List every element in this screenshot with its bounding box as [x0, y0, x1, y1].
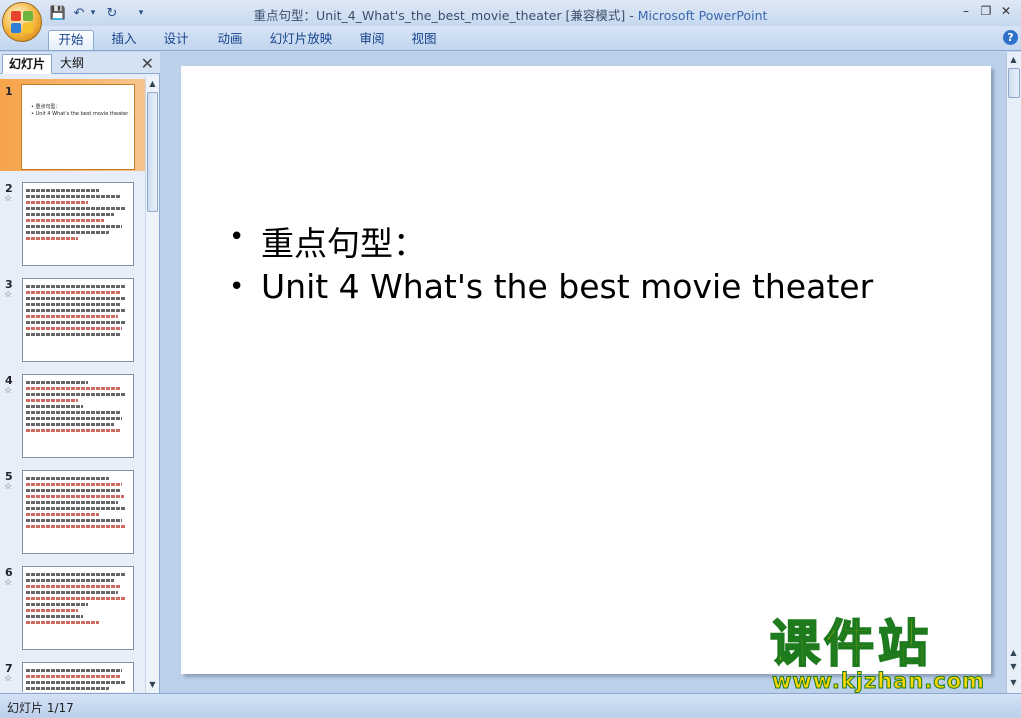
previous-slide-icon[interactable]: ▲: [1007, 646, 1020, 659]
window-title-document: 重点句型：Unit_4_What's_the_best_movie_theate…: [253, 8, 638, 23]
window-title: 重点句型：Unit_4_What's_the_best_movie_theate…: [0, 5, 1021, 24]
slide-thumbnail[interactable]: 4 ☆: [0, 368, 145, 460]
bullet-text: 重点句型：: [261, 224, 426, 263]
slide-thumbnail[interactable]: 6 ☆: [0, 560, 145, 652]
thumbnails-scrollbar[interactable]: ▲ ▼: [145, 76, 159, 693]
preview-line: • Unit 4 What's the best movie theater: [31, 111, 129, 117]
tab-animations[interactable]: 动画: [210, 30, 250, 50]
animation-star-icon: ☆: [4, 674, 13, 684]
animation-star-icon: ☆: [4, 290, 13, 300]
slide-bullet[interactable]: • Unit 4 What's the best movie theater: [229, 267, 873, 307]
next-slide-icon[interactable]: ▼: [1007, 660, 1020, 673]
title-bar: 💾 ↶ ▾ ↻ ▾ 重点句型：Unit_4_What's_the_best_mo…: [0, 0, 1021, 26]
slide-thumbnail[interactable]: 5 ☆: [0, 464, 145, 556]
slide-preview: [22, 182, 134, 266]
slide-thumbnails: 1 • 重点句型： • Unit 4 What's the best movie…: [0, 76, 145, 692]
animation-star-icon: ☆: [4, 482, 13, 492]
office-logo-icon: [11, 11, 33, 33]
slide-preview: [22, 662, 134, 692]
animation-star-icon: ☆: [4, 578, 13, 588]
scroll-up-arrow-icon[interactable]: ▲: [146, 77, 159, 90]
watermark-url: www.kjzhan.com: [771, 669, 986, 694]
watermark-logo: 课件站 www.kjzhan.com: [769, 614, 1005, 695]
close-button[interactable]: ✕: [996, 3, 1016, 19]
slide-preview: [22, 566, 134, 650]
scroll-down-arrow-icon[interactable]: ▼: [146, 678, 159, 691]
slide-preview: • 重点句型： • Unit 4 What's the best movie t…: [21, 84, 135, 170]
tab-outline[interactable]: 大纲: [54, 54, 90, 74]
tab-view[interactable]: 视图: [404, 30, 444, 50]
slide-thumbnail[interactable]: 2 ☆: [0, 176, 145, 268]
help-icon[interactable]: ?: [1003, 30, 1018, 45]
slide-preview: [22, 374, 134, 458]
tab-design[interactable]: 设计: [156, 30, 196, 50]
slide-bullet[interactable]: • 重点句型：: [229, 217, 426, 265]
status-bar: 幻灯片 1/17: [0, 693, 1021, 718]
scroll-down-arrow-icon[interactable]: ▼: [1007, 676, 1020, 689]
preview-line: • 重点句型：: [31, 104, 61, 110]
watermark-title: 课件站: [769, 614, 932, 674]
editor-scrollbar[interactable]: ▲ ▲ ▼ ▼: [1006, 52, 1021, 693]
slide-thumbnail[interactable]: 7 ☆: [0, 656, 145, 692]
slide-preview: [22, 278, 134, 362]
animation-star-icon: ☆: [4, 194, 13, 204]
panel-close-icon[interactable]: ✕: [141, 54, 154, 73]
scrollbar-thumb[interactable]: [1008, 68, 1020, 98]
tab-insert[interactable]: 插入: [104, 30, 144, 50]
slide-canvas[interactable]: • 重点句型： • Unit 4 What's the best movie t…: [181, 66, 991, 674]
slide-thumbnail[interactable]: 1 • 重点句型： • Unit 4 What's the best movie…: [0, 79, 145, 171]
slide-preview: [22, 470, 134, 554]
tab-slides[interactable]: 幻灯片: [2, 54, 53, 74]
slide-editor: • 重点句型： • Unit 4 What's the best movie t…: [161, 52, 1006, 693]
bullet-text: Unit 4 What's the best movie theater: [261, 267, 874, 306]
tab-slide-show[interactable]: 幻灯片放映: [262, 30, 340, 50]
minimize-button[interactable]: –: [956, 3, 976, 19]
tab-review[interactable]: 审阅: [352, 30, 392, 50]
office-button[interactable]: [2, 2, 42, 42]
slides-panel: 幻灯片 大纲 ✕ 1 • 重点句型： • Unit 4 What's the b…: [0, 52, 160, 693]
window-title-app: Microsoft PowerPoint: [637, 8, 768, 23]
bullet-icon: •: [229, 272, 245, 302]
slide-thumbnail[interactable]: 3 ☆: [0, 272, 145, 364]
slide-counter: 幻灯片 1/17: [7, 701, 74, 715]
slide-number: 1: [5, 85, 13, 98]
panel-tabs: 幻灯片 大纲 ✕: [0, 52, 160, 74]
restore-button[interactable]: ❐: [976, 3, 996, 19]
animation-star-icon: ☆: [4, 386, 13, 396]
tab-home[interactable]: 开始: [48, 30, 94, 50]
bullet-icon: •: [229, 222, 245, 252]
ribbon-tabs: 开始 插入 设计 动画 幻灯片放映 审阅 视图: [0, 26, 1021, 51]
scrollbar-thumb[interactable]: [147, 92, 158, 212]
scroll-up-arrow-icon[interactable]: ▲: [1007, 53, 1020, 66]
